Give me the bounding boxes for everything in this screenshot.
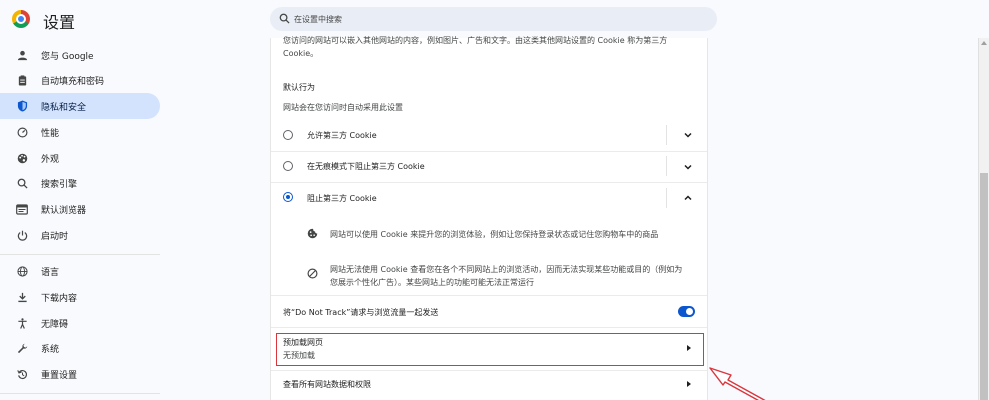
search-input[interactable] <box>294 10 694 28</box>
detail-text: 网站无法使用 Cookie 查看您在各个不同网站上的浏览活动，因而无法实现某些功… <box>330 265 683 274</box>
dnt-toggle[interactable] <box>678 306 695 317</box>
sidebar-item-you-and-google[interactable]: 您与 Google <box>0 42 160 68</box>
annotation-arrow-icon <box>709 367 766 400</box>
sidebar-divider <box>0 393 160 394</box>
divider <box>666 156 667 176</box>
page-title: 设置 <box>43 13 76 32</box>
block-icon <box>307 268 318 279</box>
scroll-up-icon[interactable] <box>981 41 987 45</box>
wrench-icon <box>16 342 28 354</box>
sidebar-item-languages[interactable]: 语言 <box>0 258 160 284</box>
search-box[interactable] <box>270 7 717 31</box>
sidebar-divider <box>0 254 160 255</box>
chrome-logo-icon <box>12 10 30 28</box>
sidebar-item-on-startup[interactable]: 启动时 <box>0 222 160 248</box>
sidebar-item-system[interactable]: 系统 <box>0 335 160 361</box>
chevron-down-icon[interactable] <box>683 162 693 172</box>
option-label: 阻止第三方 Cookie <box>307 194 377 203</box>
browser-icon <box>16 203 28 215</box>
download-icon <box>16 291 28 303</box>
accessibility-icon <box>16 317 28 329</box>
scrollbar[interactable] <box>978 38 989 400</box>
search-icon <box>16 177 28 189</box>
speedometer-icon <box>16 126 28 138</box>
reset-icon <box>16 368 28 380</box>
sidebar-item-label: 您与 Google <box>41 51 94 62</box>
detail-text-cont: 您展示个性化广告）。某些网站上的功能可能无法正常运行 <box>330 278 534 287</box>
sidebar-item-label: 下载内容 <box>41 293 78 304</box>
globe-icon <box>16 265 28 277</box>
row-divider <box>271 327 707 328</box>
sidebar-item-label: 自动填充和密码 <box>41 76 105 87</box>
sidebar-item-label: 无障碍 <box>41 319 69 330</box>
sidebar-item-label: 性能 <box>41 128 60 139</box>
option-label: 允许第三方 Cookie <box>307 131 377 140</box>
sidebar-item-label: 外观 <box>41 154 60 165</box>
sidebar-item-default-browser[interactable]: 默认浏览器 <box>0 196 160 222</box>
sidebar-item-label: 系统 <box>41 344 60 355</box>
detail-text: 网站可以使用 Cookie 来提升您的浏览体验，例如让您保持登录状态或记住您购物… <box>330 230 659 239</box>
intro-text: 您访问的网站可以嵌入其他网站的内容，例如图片、广告和文字。由这类其他网站设置的 … <box>283 36 668 45</box>
chevron-up-icon[interactable] <box>683 193 693 203</box>
sidebar-item-reset-settings[interactable]: 重置设置 <box>0 361 160 387</box>
sidebar-item-appearance[interactable]: 外观 <box>0 145 160 171</box>
intro-text-cont: Cookie。 <box>283 49 319 58</box>
sidebar-item-autofill[interactable]: 自动填充和密码 <box>0 67 160 93</box>
person-icon <box>16 49 28 61</box>
search-icon <box>279 13 290 24</box>
scroll-thumb[interactable] <box>980 173 988 400</box>
palette-icon <box>16 152 28 164</box>
sidebar-item-label: 启动时 <box>41 231 69 242</box>
dnt-label: 将“Do Not Track”请求与浏览流量一起发送 <box>283 308 439 317</box>
shield-icon <box>16 100 28 112</box>
sidebar-item-downloads[interactable]: 下载内容 <box>0 284 160 310</box>
sidebar-item-label: 搜索引擎 <box>41 179 78 190</box>
sidebar-item-label: 语言 <box>41 267 60 278</box>
sidebar-item-accessibility[interactable]: 无障碍 <box>0 310 160 336</box>
sidebar-item-label: 默认浏览器 <box>41 205 87 216</box>
clipboard-icon <box>16 74 28 86</box>
sidebar-item-privacy[interactable]: 隐私和安全 <box>0 93 160 119</box>
sidebar-item-label: 重置设置 <box>41 370 78 381</box>
radio-block-third-party[interactable] <box>283 192 293 202</box>
divider <box>666 188 667 208</box>
row-divider <box>271 182 707 183</box>
header: 设置 <box>0 0 989 38</box>
power-icon <box>16 229 28 241</box>
radio-allow-third-party[interactable] <box>283 130 293 140</box>
option-label: 在无痕模式下阻止第三方 Cookie <box>307 162 425 171</box>
row-divider <box>271 151 707 152</box>
cookie-icon <box>307 228 318 239</box>
chevron-down-icon[interactable] <box>683 130 693 140</box>
sidebar-item-performance[interactable]: 性能 <box>0 119 160 145</box>
divider <box>666 125 667 145</box>
arrow-right-icon[interactable] <box>687 381 691 387</box>
row-divider <box>271 295 707 296</box>
site-data-link[interactable]: 查看所有网站数据和权限 <box>283 378 371 391</box>
sidebar-item-label: 隐私和安全 <box>41 102 87 113</box>
section-description: 网站会在您访问时自动采用此设置 <box>283 103 403 112</box>
sidebar-item-search-engine[interactable]: 搜索引擎 <box>0 170 160 196</box>
section-title: 默认行为 <box>283 83 315 92</box>
row-divider <box>271 370 707 371</box>
radio-block-incognito[interactable] <box>283 161 293 171</box>
annotation-highlight-box <box>276 333 704 366</box>
